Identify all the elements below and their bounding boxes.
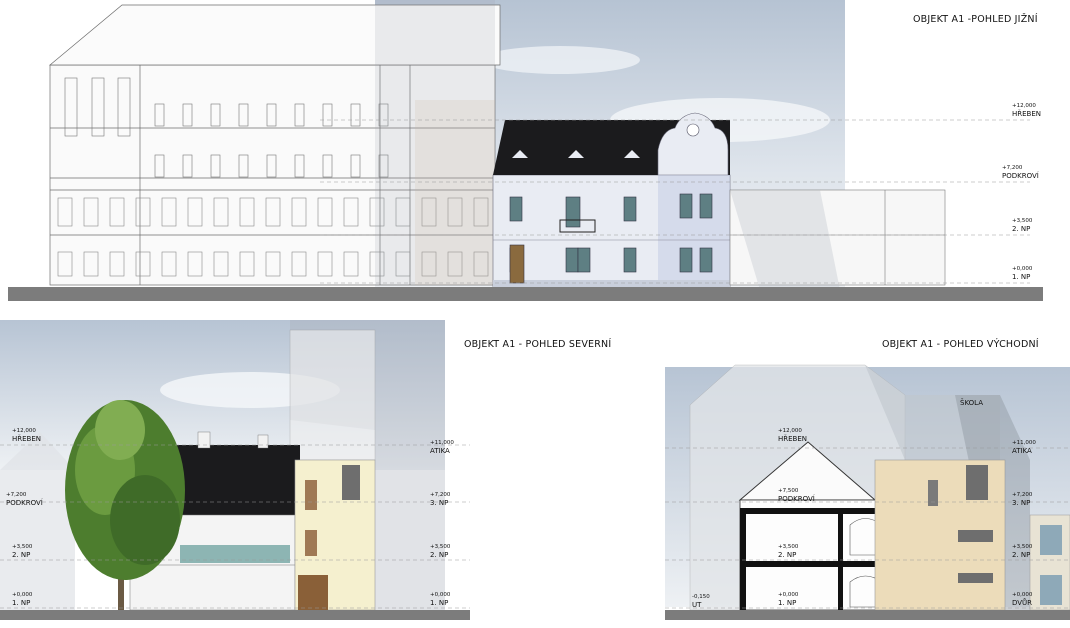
north-elevation-panel: OBJEKT A1 - POHLED SEVERNÍ +12,000 HŘEBEN… (0, 320, 640, 628)
level-marker: +7,200 3. NP (430, 492, 451, 507)
east-elevation-panel: OBJEKT A1 - POHLED VÝCHODNÍ ŠKOLA +12,00… (660, 320, 1070, 628)
ground-line (8, 287, 1043, 301)
level-marker: +7,500 PODKROVÍ (778, 488, 815, 503)
level-marker: +3,500 2. NP (778, 544, 799, 559)
level-marker: +7,200 PODKROVÍ (1002, 165, 1039, 180)
window (623, 247, 637, 273)
north-elevation-title: OBJEKT A1 - POHLED SEVERNÍ (464, 339, 612, 350)
level-marker: +7,200 PODKROVÍ (6, 492, 43, 507)
south-elevation-drawing (8, 0, 1043, 301)
level-marker: +11,000 ATIKA (430, 440, 454, 455)
level-marker: +0,000 1. NP (1012, 266, 1033, 281)
level-marker: +0,000 1. NP (12, 592, 33, 607)
level-marker: +0,000 1. NP (778, 592, 799, 607)
south-elevation-title: OBJEKT A1 -POHLED JIŽNÍ (913, 14, 1038, 25)
north-elevation-drawing (0, 320, 470, 620)
east-elevation-title: OBJEKT A1 - POHLED VÝCHODNÍ (882, 339, 1039, 350)
level-marker: +3,500 2. NP (1012, 544, 1033, 559)
ground-line (665, 610, 1070, 620)
ground-line (0, 610, 470, 620)
window (565, 247, 579, 273)
level-marker: +0,000 1. NP (430, 592, 451, 607)
level-marker: +12,000 HŘEBEN (778, 428, 808, 443)
window (509, 244, 525, 284)
east-elevation-drawing (665, 364, 1070, 620)
level-marker: +3,500 2. NP (430, 544, 451, 559)
window (699, 193, 713, 219)
level-marker: +12,000 HŘEBEN (1012, 103, 1042, 118)
level-marker: +0,000 DVŮR (1012, 592, 1033, 607)
level-marker: +11,000 ATIKA (1012, 440, 1036, 455)
window (509, 196, 523, 222)
window (679, 247, 693, 273)
window (679, 193, 693, 219)
level-marker: +3,500 2. NP (1012, 218, 1033, 233)
window (577, 247, 591, 273)
school-label: ŠKOLA (960, 399, 984, 407)
window (565, 196, 581, 228)
level-marker: +12,000 HŘEBEN (12, 428, 42, 443)
window (623, 196, 637, 222)
main-building (492, 112, 731, 288)
level-marker: +3,500 2. NP (12, 544, 33, 559)
level-marker: -0,150 UT (692, 594, 710, 609)
level-marker: +7,200 3. NP (1012, 492, 1033, 507)
south-elevation-panel: OBJEKT A1 -POHLED JIŽNÍ +12,000 HŘEBEN +7… (0, 0, 1070, 310)
window (699, 247, 713, 273)
